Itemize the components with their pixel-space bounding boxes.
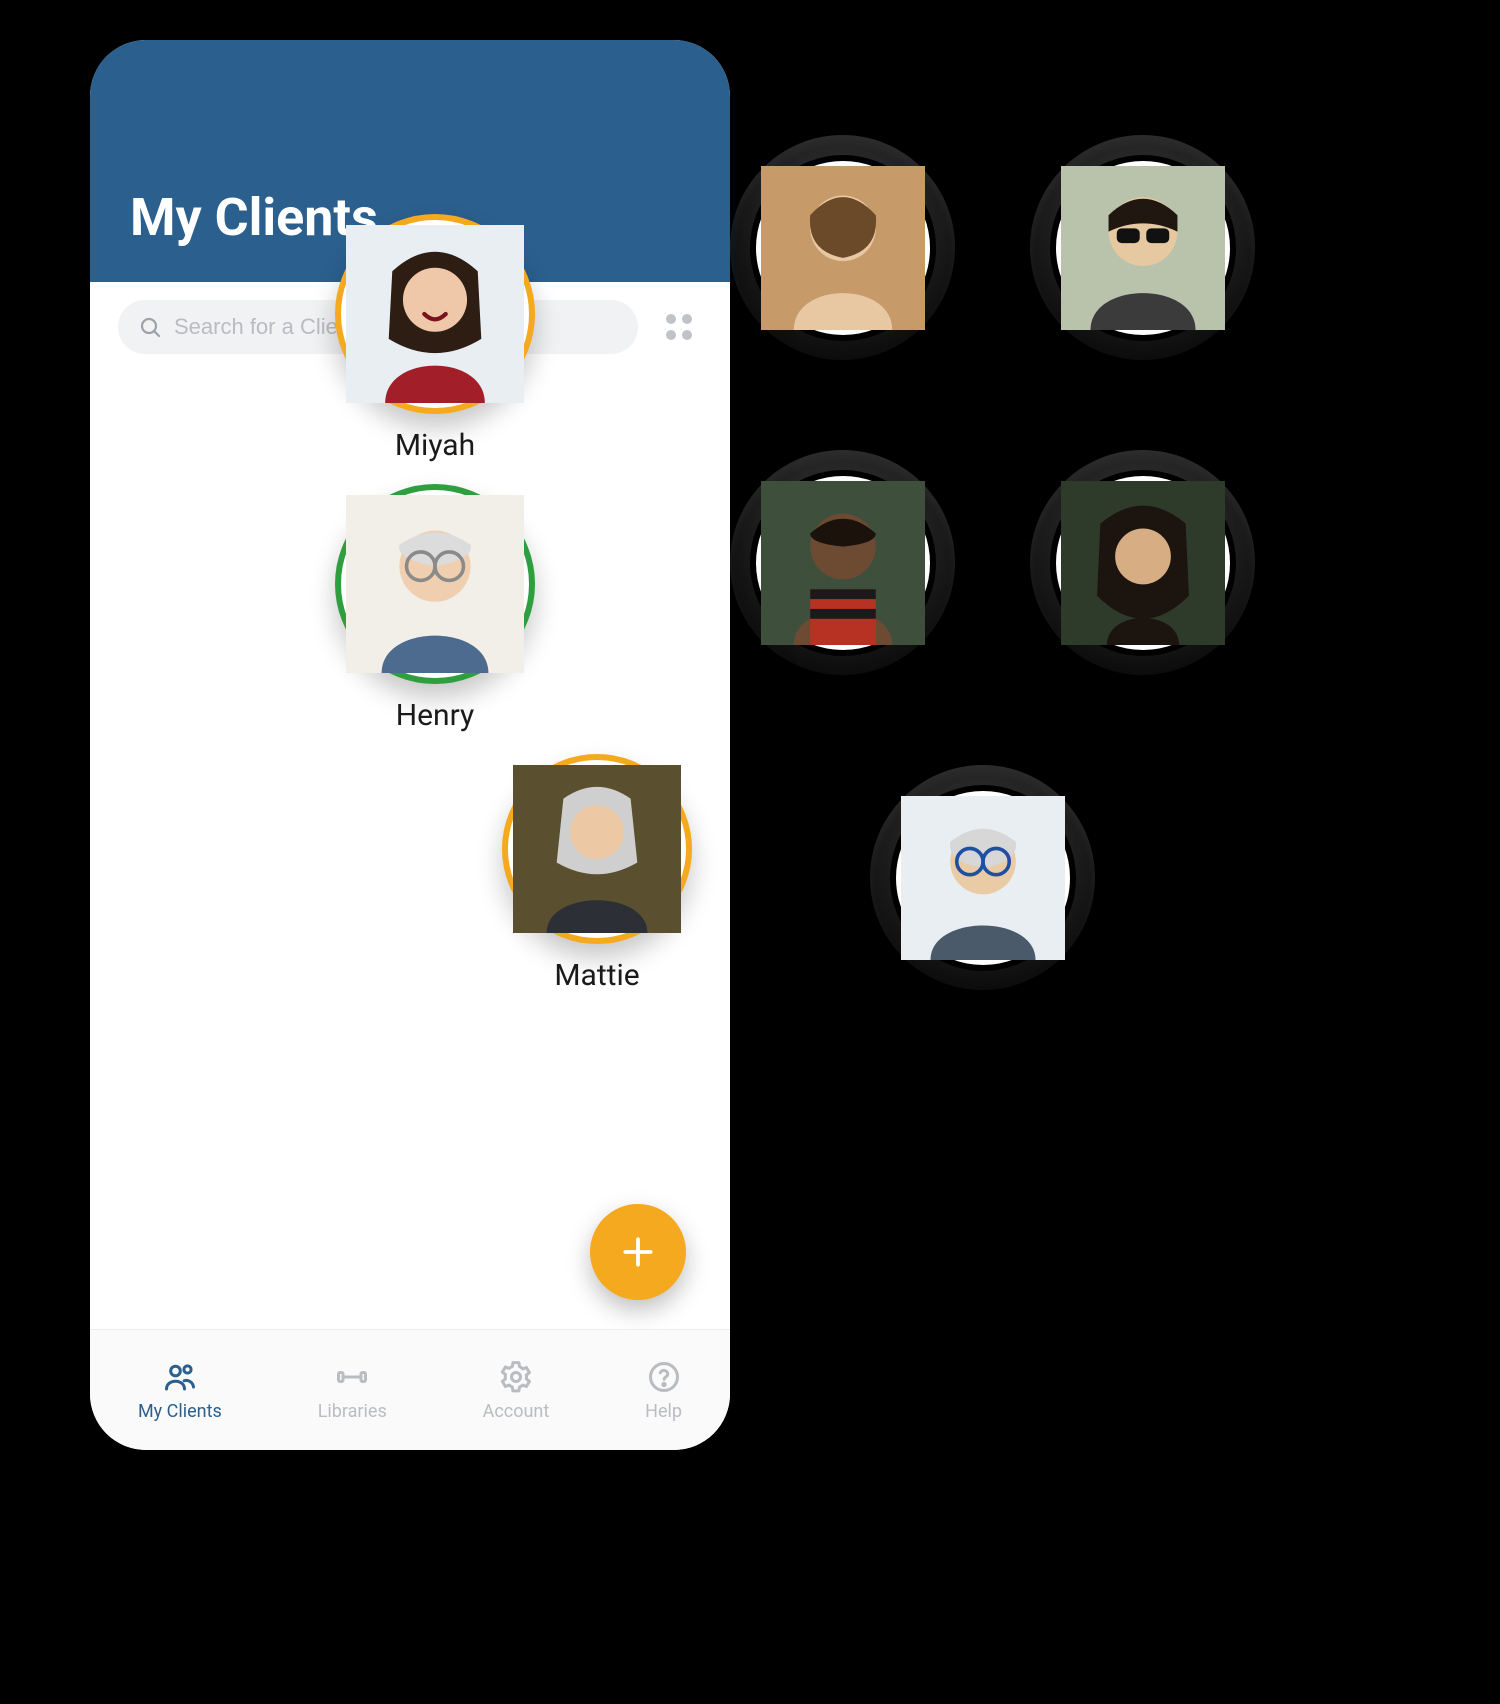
dumbbell-icon [334, 1359, 370, 1395]
client-name: Mattie [554, 958, 639, 993]
client-card-mattie[interactable]: Mattie [502, 754, 692, 993]
phone-frame: My Clients [90, 40, 730, 1450]
avatar-image [1061, 166, 1225, 330]
avatar-ring [750, 155, 936, 341]
search-icon [138, 315, 162, 339]
plus-icon [619, 1233, 657, 1271]
avatar-image [513, 765, 681, 933]
gear-icon [498, 1359, 534, 1395]
floating-avatar [1030, 135, 1255, 360]
avatar-image [761, 481, 925, 645]
help-icon [646, 1359, 682, 1395]
tab-help[interactable]: Help [645, 1359, 682, 1422]
tab-label: Help [645, 1401, 682, 1422]
client-card-henry[interactable]: Henry [335, 484, 535, 733]
avatar-ring [502, 754, 692, 944]
avatar-ring [750, 470, 936, 656]
avatar-ring [335, 214, 535, 414]
avatar-image [1061, 481, 1225, 645]
floating-avatar [870, 765, 1095, 990]
clients-icon [162, 1359, 198, 1395]
tab-bar: My Clients Libraries Acc [90, 1329, 730, 1450]
avatar-image [761, 166, 925, 330]
tab-my-clients[interactable]: My Clients [138, 1359, 222, 1422]
grid-view-toggle[interactable] [656, 304, 702, 350]
avatar-image [346, 225, 524, 403]
tab-label: Account [483, 1401, 550, 1422]
floating-avatar [1030, 450, 1255, 675]
avatar-image [346, 495, 524, 673]
avatar-ring [1050, 470, 1236, 656]
tab-libraries[interactable]: Libraries [318, 1359, 387, 1422]
floating-avatar [730, 135, 955, 360]
grid-icon [666, 314, 692, 340]
tab-label: Libraries [318, 1401, 387, 1422]
add-client-button[interactable] [590, 1204, 686, 1300]
avatar-image [901, 796, 1065, 960]
tab-account[interactable]: Account [483, 1359, 550, 1422]
avatar-ring [890, 785, 1076, 971]
client-name: Miyah [395, 428, 475, 463]
avatar-ring [335, 484, 535, 684]
tab-label: My Clients [138, 1401, 222, 1422]
client-name: Henry [396, 698, 475, 733]
floating-avatar [730, 450, 955, 675]
client-card-miyah[interactable]: Miyah [335, 214, 535, 463]
avatar-ring [1050, 155, 1236, 341]
